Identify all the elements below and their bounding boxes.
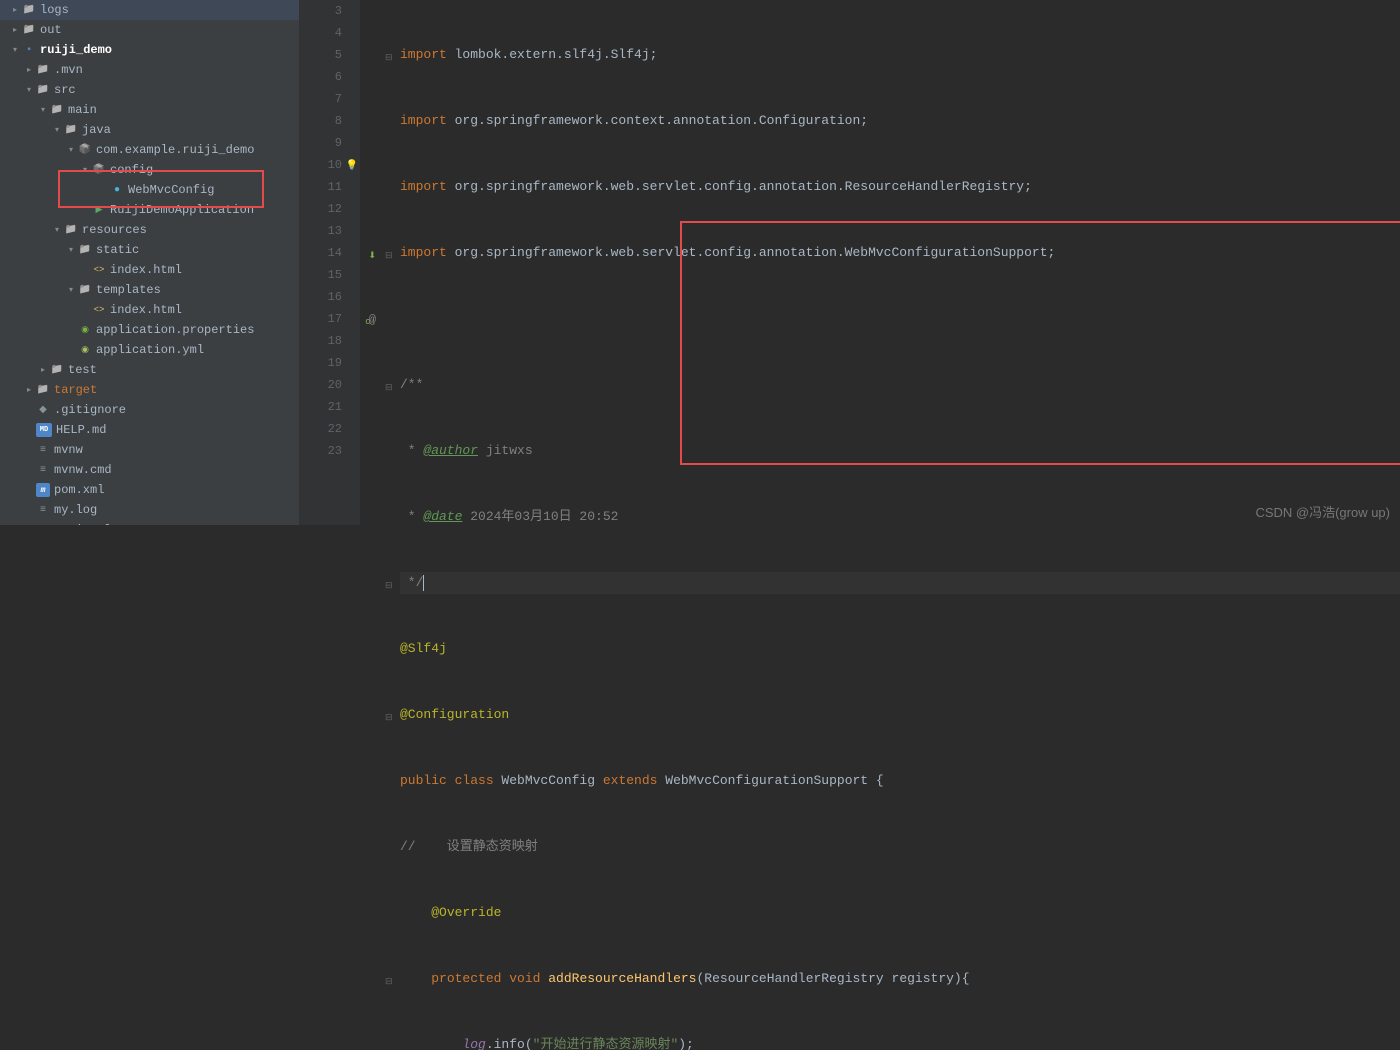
label: .gitignore [54,403,126,417]
code: lombok.extern.slf4j.Slf4j; [455,47,658,62]
label: mvnw.cmd [54,463,112,477]
label: out [40,23,62,37]
label: mvnw [54,443,83,457]
folder-icon [22,23,36,37]
gutter: 3 4 5 6 7 8 9 10💡 11 12 13 14⬇ 15 16 17o… [300,0,360,525]
code: /** [400,377,423,392]
package-icon [78,143,92,157]
label: logs [40,3,69,17]
tree-mylog[interactable]: my.log [0,500,299,520]
tree-mvnwcmd[interactable]: mvnw.cmd [0,460,299,480]
label: HELP.md [56,423,106,437]
folder-icon [50,103,64,117]
label: java [82,123,111,137]
code-editor[interactable]: 3 4 5 6 7 8 9 10💡 11 12 13 14⬇ 15 16 17o… [300,0,1400,525]
tree-static[interactable]: static [0,240,299,260]
fold-icon[interactable]: ⊟ [385,245,394,254]
tree-target[interactable]: target [0,380,299,400]
folder-icon [78,243,92,257]
markdown-icon: MD [36,423,52,437]
tree-test[interactable]: test [0,360,299,380]
label: templates [96,283,161,297]
tree-index2[interactable]: index.html [0,300,299,320]
folder-icon [36,83,50,97]
module-icon [22,43,36,57]
yaml-icon [78,343,92,357]
fold-icon[interactable]: ⊟ [385,575,394,584]
tree-out[interactable]: out [0,20,299,40]
file-icon [36,503,50,517]
label: com.example.ruiji_demo [96,143,254,157]
label: pom.xml [54,483,104,497]
gitignore-icon [36,403,50,417]
tree-mvnw[interactable]: mvnw [0,440,299,460]
highlight-box-tree [58,170,264,208]
label: target [54,383,97,397]
label: application.properties [96,323,254,337]
code: @Slf4j [400,641,447,656]
caret [423,575,424,591]
tree-main[interactable]: main [0,100,299,120]
label: ruiji_demo [40,43,112,57]
tree-pom[interactable]: m pom.xml [0,480,299,500]
tree-ruiji-demo[interactable]: ruiji_demo [0,40,299,60]
html-icon [92,263,106,277]
file-icon [36,443,50,457]
tree-logs[interactable]: logs [0,0,299,20]
label: src [54,83,76,97]
resources-folder-icon [64,223,78,237]
fold-icon[interactable]: ⊟ [385,971,394,980]
intention-bulb-icon[interactable]: 💡 [346,156,358,178]
tree-templates[interactable]: templates [0,280,299,300]
label: test [68,363,97,377]
properties-icon [78,323,92,337]
label: index.html [110,263,182,277]
tree-index1[interactable]: index.html [0,260,299,280]
folder-icon [78,283,92,297]
tree-src[interactable]: src [0,80,299,100]
label: my.log [54,503,97,517]
watermark: CSDN @冯浩(grow up) [1255,502,1390,521]
project-tree[interactable]: logs out ruiji_demo .mvn src main java c… [0,0,300,525]
file-icon [36,463,50,477]
source-folder-icon [64,123,78,137]
tree-gitignore[interactable]: .gitignore [0,400,299,420]
label: main [68,103,97,117]
folder-icon [36,63,50,77]
target-folder-icon [36,383,50,397]
html-icon [92,303,106,317]
folder-icon [22,3,36,17]
tree-resources[interactable]: resources [0,220,299,240]
label: static [96,243,139,257]
label: application.yml [96,343,204,357]
label: index.html [110,303,182,317]
code-area[interactable]: ⊟import lombok.extern.slf4j.Slf4j; impor… [360,0,1400,525]
fold-icon[interactable]: ⊟ [385,47,394,56]
tree-java[interactable]: java [0,120,299,140]
folder-icon [50,363,64,377]
tree-package[interactable]: com.example.ruiji_demo [0,140,299,160]
tree-helpmd[interactable]: MD HELP.md [0,420,299,440]
fold-icon[interactable]: ⊟ [385,377,394,386]
maven-icon: m [36,483,50,497]
tree-appprops[interactable]: application.properties [0,320,299,340]
label: resources [82,223,147,237]
label: .mvn [54,63,83,77]
tree-springlog[interactable]: spring.log [0,520,299,525]
tree-mvn[interactable]: .mvn [0,60,299,80]
fold-icon[interactable]: ⊟ [385,707,394,716]
tree-appyml[interactable]: application.yml [0,340,299,360]
